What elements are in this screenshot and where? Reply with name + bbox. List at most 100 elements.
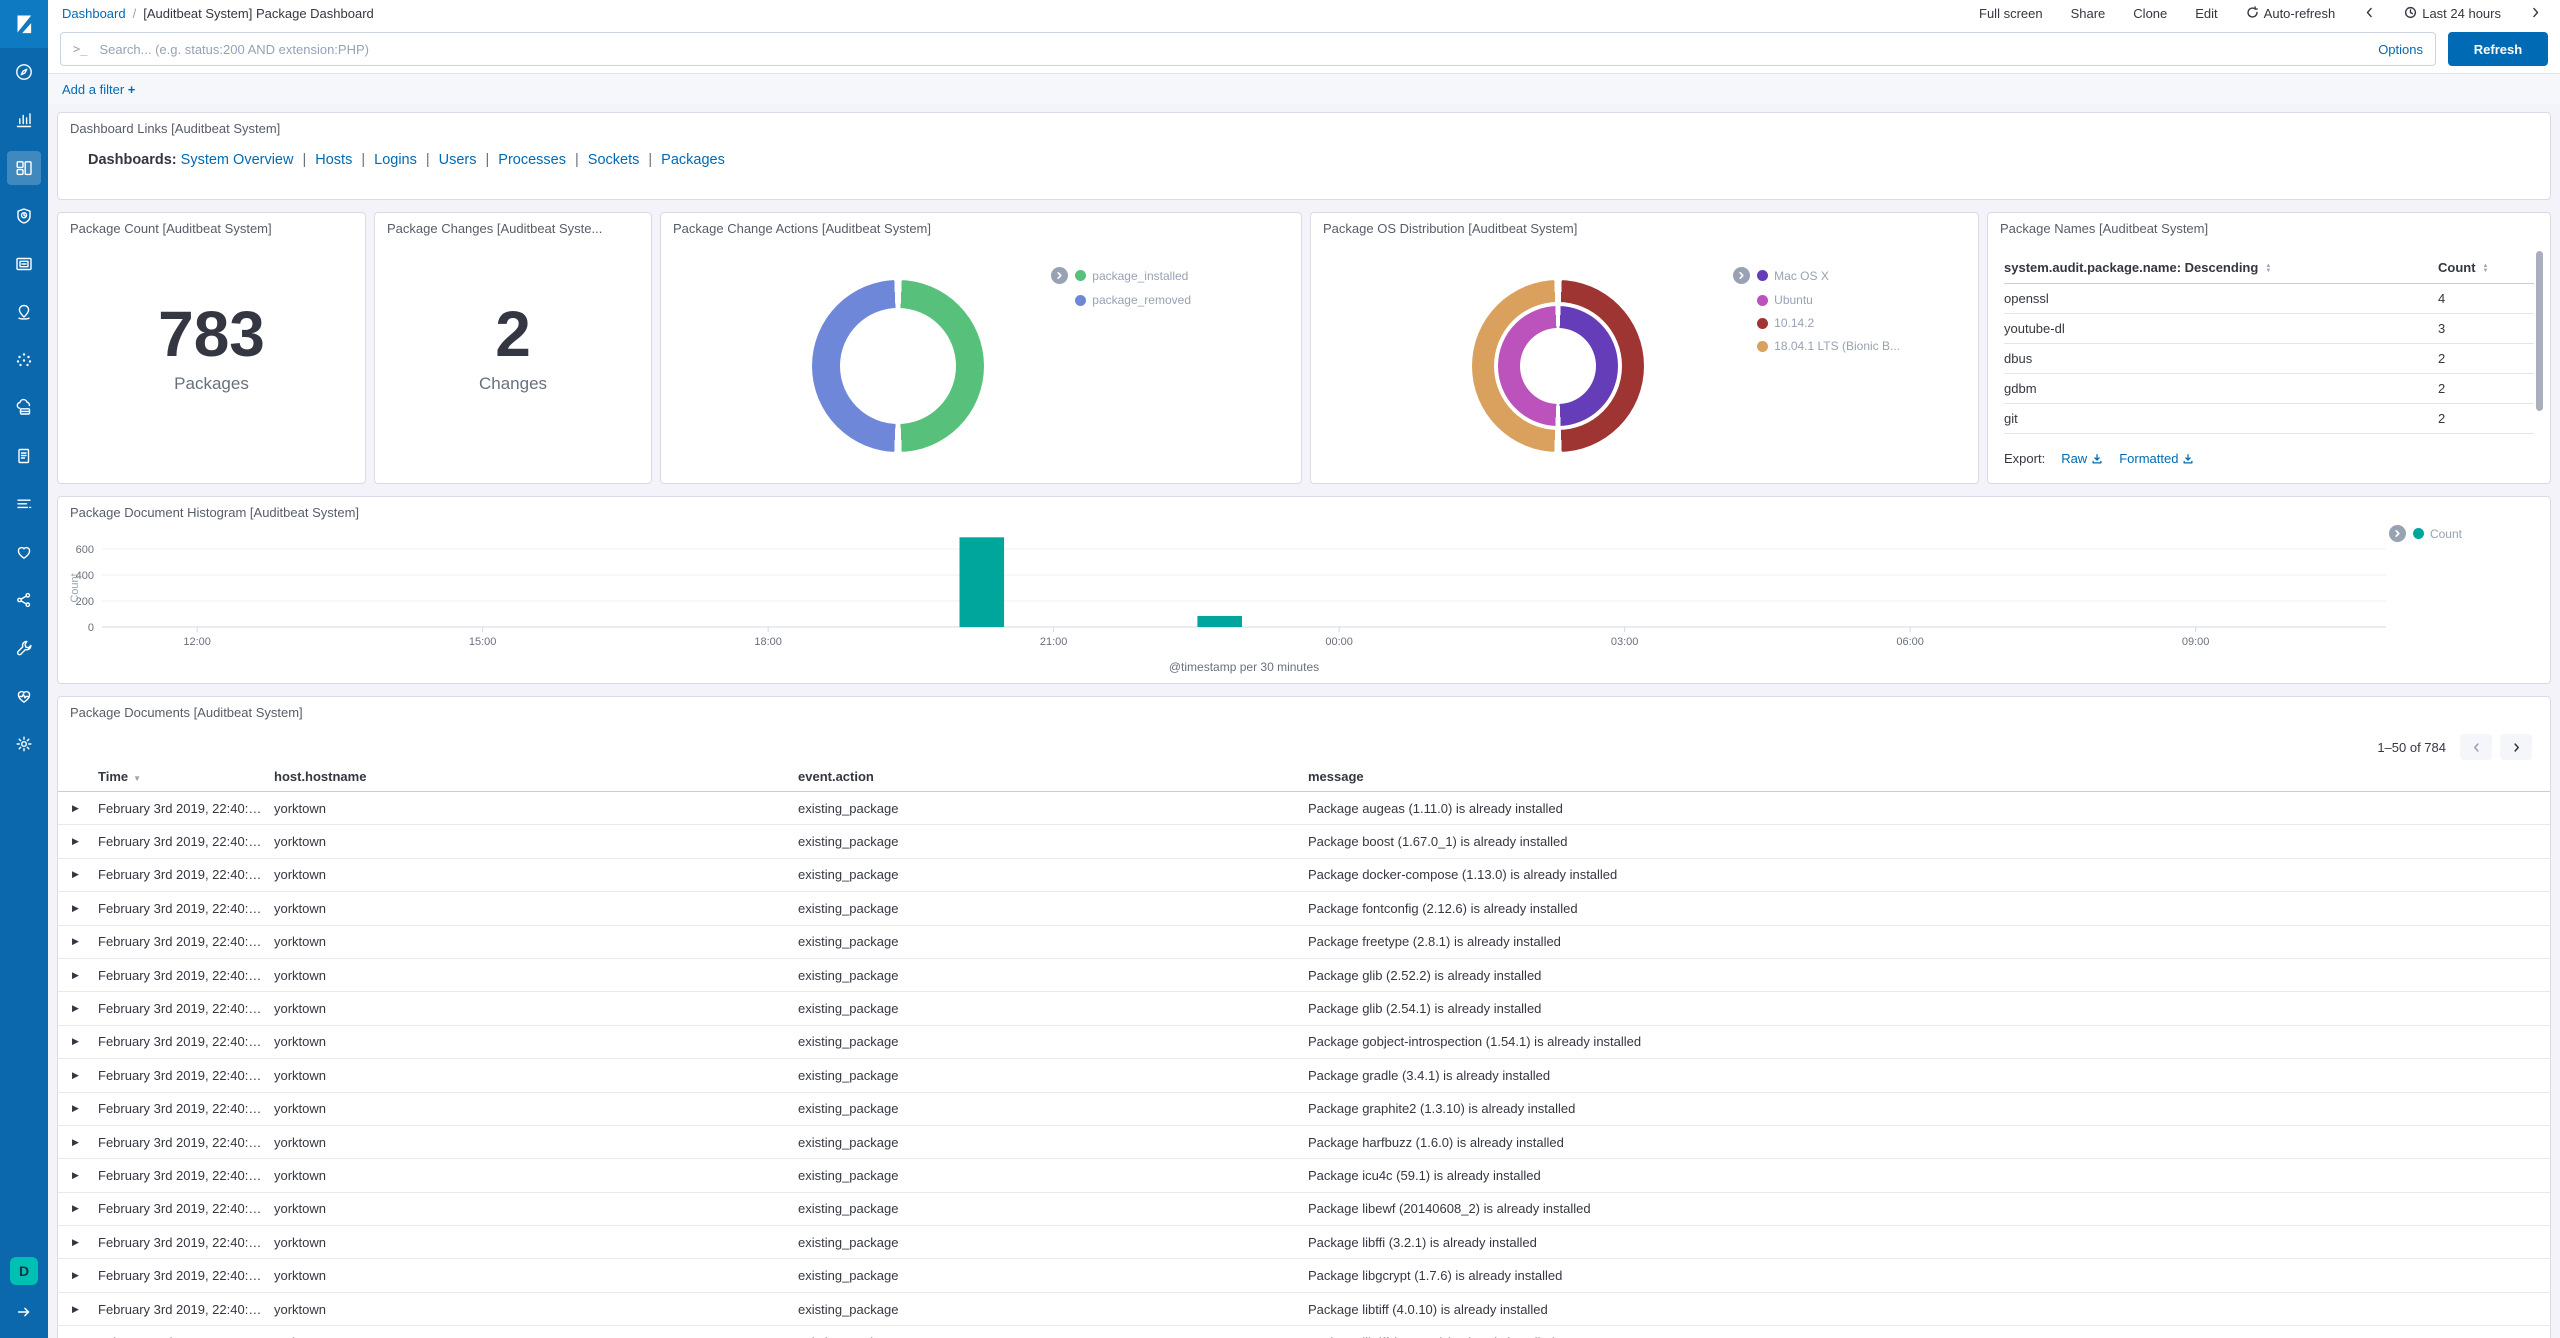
- time-cell: February 3rd 2019, 22:40:04.121: [98, 1234, 274, 1250]
- next-page-button[interactable]: [2500, 734, 2532, 760]
- sidebar-item-monitoring[interactable]: [0, 672, 48, 720]
- legend-label[interactable]: Count: [2430, 527, 2462, 541]
- share-button[interactable]: Share: [2071, 6, 2106, 21]
- sidebar-item-canvas[interactable]: [0, 240, 48, 288]
- sort-icon[interactable]: ▲ ▼: [2483, 263, 2489, 274]
- sidebar-item-apm[interactable]: [0, 480, 48, 528]
- expand-row-icon[interactable]: ▶: [72, 1137, 98, 1148]
- expand-row-icon[interactable]: ▶: [72, 1170, 98, 1181]
- legend-dot[interactable]: [1075, 270, 1087, 281]
- legend-dot[interactable]: [1075, 294, 1087, 306]
- export-formatted-link[interactable]: Formatted: [2119, 451, 2194, 466]
- query-options-link[interactable]: Options: [2378, 42, 2423, 57]
- expand-row-icon[interactable]: ▶: [72, 1270, 98, 1281]
- sidebar-item-uptime[interactable]: [0, 528, 48, 576]
- histogram-chart[interactable]: 0 200 400 600 Count 12:00 15:00 18:00 21:00 00:00…: [66, 519, 2542, 679]
- donut-inner-ring[interactable]: [1497, 305, 1618, 426]
- metric-value: 2: [495, 298, 531, 370]
- download-icon: [2092, 453, 2102, 463]
- column-header-package-name[interactable]: system.audit.package.name: Descending ▲ ▼: [2004, 260, 2438, 275]
- histogram-bar[interactable]: [959, 537, 1005, 627]
- expand-row-icon[interactable]: ▶: [72, 903, 98, 914]
- dashboard-link[interactable]: Processes: [498, 152, 566, 168]
- sidebar-item-infrastructure[interactable]: [0, 384, 48, 432]
- expand-row-icon[interactable]: ▶: [72, 1203, 98, 1214]
- panel-package-change-actions: Package Change Actions [Auditbeat System…: [660, 212, 1302, 484]
- column-header-time[interactable]: Time ▼: [98, 769, 274, 784]
- dashboard-link[interactable]: Logins: [374, 152, 417, 168]
- edit-button[interactable]: Edit: [2195, 6, 2217, 21]
- sort-descending-icon[interactable]: ▼: [133, 774, 141, 783]
- expand-row-icon[interactable]: ▶: [72, 1237, 98, 1248]
- expand-row-icon[interactable]: ▶: [72, 1103, 98, 1114]
- expand-row-icon[interactable]: ▶: [72, 1304, 98, 1315]
- legend-toggle-icon[interactable]: [1051, 267, 1069, 284]
- sidebar-item-dev-tools[interactable]: [0, 624, 48, 672]
- sidebar-item-logs[interactable]: [0, 432, 48, 480]
- legend-dot[interactable]: [2412, 528, 2424, 539]
- auto-refresh-button[interactable]: Auto-refresh: [2246, 5, 2335, 22]
- time-range-back-button[interactable]: [2363, 6, 2376, 22]
- expand-row-icon[interactable]: ▶: [72, 1070, 98, 1081]
- search-input[interactable]: [99, 41, 2369, 57]
- space-badge[interactable]: D: [10, 1257, 38, 1285]
- clone-button[interactable]: Clone: [2133, 6, 2167, 21]
- legend-toggle-icon[interactable]: [2388, 525, 2406, 542]
- documents-table-body: ▶ February 3rd 2019, 22:40:04.121 yorktown…: [58, 792, 2550, 1338]
- expand-row-icon[interactable]: ▶: [72, 803, 98, 814]
- previous-page-button[interactable]: [2460, 734, 2492, 760]
- dashboard-link[interactable]: Packages: [661, 152, 725, 168]
- kibana-logo[interactable]: [0, 0, 48, 48]
- add-filter-button[interactable]: Add a filter +: [62, 82, 135, 97]
- sidebar-item-maps[interactable]: [0, 288, 48, 336]
- svg-text:Count: Count: [69, 573, 81, 602]
- sidebar-item-graph[interactable]: [0, 576, 48, 624]
- column-header-count[interactable]: Count ▲ ▼: [2438, 260, 2534, 275]
- sidebar-item-visualize[interactable]: [0, 96, 48, 144]
- legend-label[interactable]: package_installed: [1092, 269, 1188, 283]
- expand-nav-icon[interactable]: [15, 1303, 33, 1326]
- legend-dot[interactable]: [1757, 270, 1769, 281]
- time-range-forward-button[interactable]: [2529, 6, 2542, 22]
- histogram-bar[interactable]: [1197, 615, 1242, 627]
- legend-dot[interactable]: [1757, 317, 1769, 329]
- breadcrumb-dashboard-link[interactable]: Dashboard: [62, 6, 126, 21]
- full-screen-button[interactable]: Full screen: [1979, 6, 2043, 21]
- legend-dot[interactable]: [1757, 294, 1769, 306]
- expand-row-icon[interactable]: ▶: [72, 936, 98, 947]
- dashboard-link[interactable]: Sockets: [588, 152, 640, 168]
- time-range-picker[interactable]: Last 24 hours: [2404, 6, 2501, 22]
- scrollbar-thumb[interactable]: [2536, 251, 2543, 411]
- donut-chart-change-actions[interactable]: [811, 279, 984, 452]
- event-action-cell: existing_package: [798, 1201, 899, 1217]
- dashboard-link[interactable]: System Overview: [181, 152, 294, 168]
- column-header-message[interactable]: message: [1308, 769, 2546, 784]
- legend-label[interactable]: Ubuntu: [1774, 293, 1813, 307]
- sidebar-item-discover[interactable]: [0, 48, 48, 96]
- expand-row-icon[interactable]: ▶: [72, 1036, 98, 1047]
- legend-label[interactable]: 10.14.2: [1774, 316, 1814, 330]
- sidebar-item-dashboard[interactable]: [0, 144, 48, 192]
- expand-row-icon[interactable]: ▶: [72, 869, 98, 880]
- refresh-button[interactable]: Refresh: [2448, 32, 2548, 66]
- sort-icon[interactable]: ▲ ▼: [2265, 263, 2271, 274]
- expand-row-icon[interactable]: ▶: [72, 836, 98, 847]
- legend-label[interactable]: package_removed: [1092, 293, 1191, 307]
- donut-chart-os-distribution[interactable]: [1471, 279, 1644, 452]
- expand-row-icon[interactable]: ▶: [72, 1003, 98, 1014]
- panel-package-names: Package Names [Auditbeat System] system.…: [1987, 212, 2551, 484]
- expand-row-icon[interactable]: ▶: [72, 970, 98, 981]
- dashboard-link[interactable]: Users: [439, 152, 477, 168]
- legend-toggle-icon[interactable]: [1733, 267, 1751, 284]
- legend-label[interactable]: 18.04.1 LTS (Bionic B...: [1774, 339, 1900, 353]
- column-header-event-action[interactable]: event.action: [798, 769, 1308, 784]
- legend-label[interactable]: Mac OS X: [1774, 269, 1829, 283]
- export-raw-link[interactable]: Raw: [2061, 451, 2103, 466]
- dashboard-link[interactable]: Hosts: [315, 152, 352, 168]
- legend-dot[interactable]: [1757, 340, 1769, 352]
- sidebar-item-machine-learning[interactable]: [0, 336, 48, 384]
- column-header-hostname[interactable]: host.hostname: [274, 769, 798, 784]
- graph-nodes-icon: [7, 583, 41, 617]
- sidebar-item-management[interactable]: [0, 720, 48, 768]
- sidebar-item-timelion[interactable]: [0, 192, 48, 240]
